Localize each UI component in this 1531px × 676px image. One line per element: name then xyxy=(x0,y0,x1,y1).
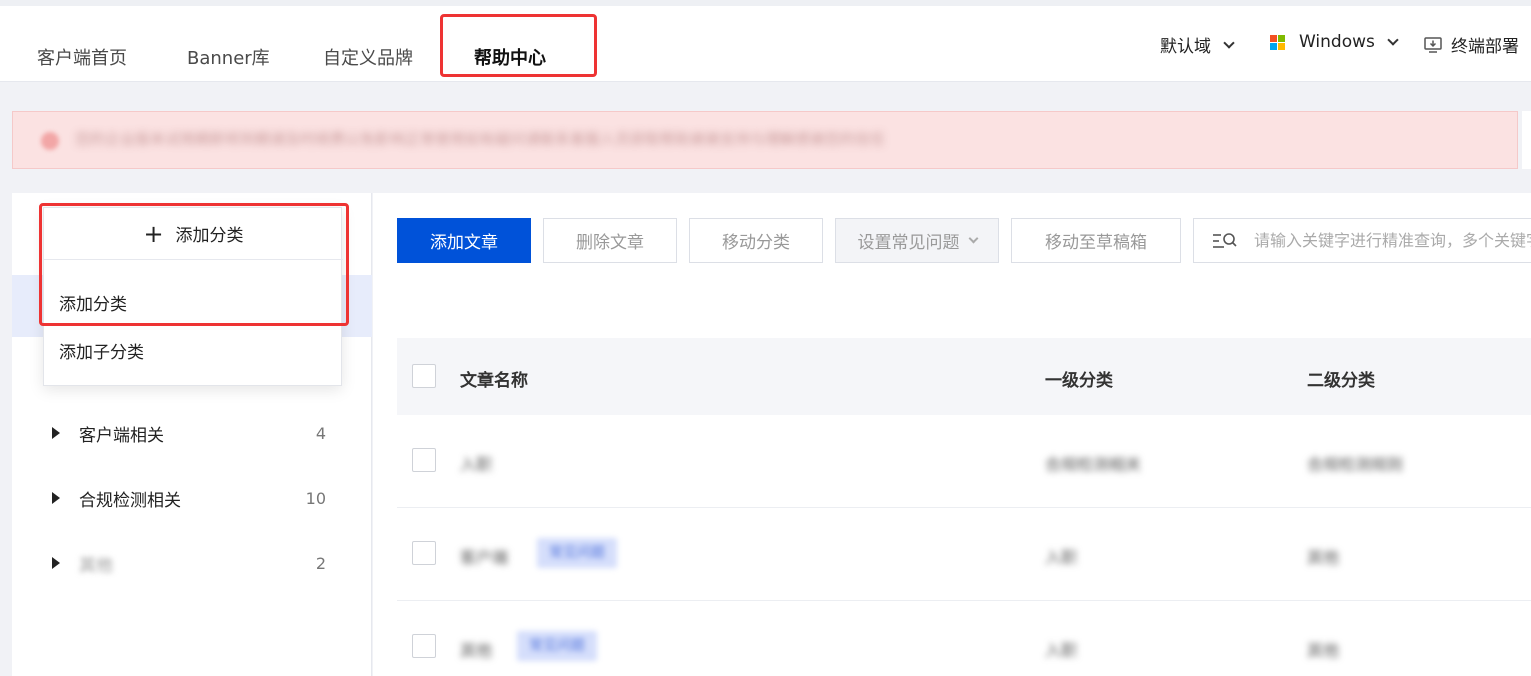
table-row[interactable]: 其他 常见问题 入职 其他 xyxy=(397,601,1531,676)
category-count: 2 xyxy=(315,553,326,573)
level1-category: 入职 xyxy=(1045,641,1078,660)
deploy-button[interactable]: 终端部署 xyxy=(1423,32,1519,57)
table-header: 文章名称 一级分类 二级分类 xyxy=(397,338,1531,415)
windows-icon xyxy=(1270,34,1285,50)
level1-category: 合规检测相关 xyxy=(1045,455,1142,474)
table-row[interactable]: 入职 合规检测相关 合规检测规则 xyxy=(397,415,1531,508)
row-checkbox[interactable] xyxy=(412,541,436,565)
column-header-title: 文章名称 xyxy=(460,371,528,391)
set-faq-label: 设置常见问题 xyxy=(857,233,960,253)
faq-tag: 常见问题 xyxy=(537,538,617,568)
top-nav-bar: 客户端首页 Banner库 自定义品牌 帮助中心 默认域 Windows 终端部… xyxy=(0,6,1531,82)
category-item[interactable]: 其他 2 xyxy=(12,543,372,583)
row-checkbox[interactable] xyxy=(412,448,436,472)
article-panel: 添加文章 删除文章 移动分类 设置常见问题 移动至草稿箱 文章名称 一级分类 二… xyxy=(373,193,1531,676)
category-label: 其他 xyxy=(79,555,113,576)
category-count: 4 xyxy=(315,423,326,443)
level2-category: 其他 xyxy=(1307,548,1340,567)
menu-item-add-subcategory[interactable]: 添加子分类 xyxy=(59,338,144,363)
category-label: 客户端相关 xyxy=(79,425,164,446)
faq-tag: 常见问题 xyxy=(517,631,597,661)
warning-icon xyxy=(41,132,59,150)
alert-edge xyxy=(1522,111,1531,169)
chevron-down-icon xyxy=(968,233,978,244)
row-checkbox[interactable] xyxy=(412,634,436,658)
tab-banner-library[interactable]: Banner库 xyxy=(187,44,270,70)
os-select-label: Windows xyxy=(1299,32,1375,52)
select-all-checkbox[interactable] xyxy=(412,364,436,388)
delete-article-button[interactable]: 删除文章 xyxy=(543,218,677,263)
move-category-button[interactable]: 移动分类 xyxy=(689,218,823,263)
menu-item-add-category[interactable]: 添加分类 xyxy=(59,290,127,315)
search-input[interactable] xyxy=(1254,219,1531,262)
monitor-download-icon xyxy=(1424,36,1442,53)
chevron-down-icon xyxy=(1387,34,1399,46)
add-article-button[interactable]: 添加文章 xyxy=(397,218,531,263)
category-label: 合规检测相关 xyxy=(79,490,181,511)
add-category-dropdown: + 添加分类 添加分类 添加子分类 xyxy=(43,207,343,386)
caret-right-icon[interactable] xyxy=(52,557,60,569)
alert-banner: 您的企业版本试用期即将到期请及时续费以免影响正常使用如有疑问请联系客服人员获取帮… xyxy=(12,111,1518,169)
table-row[interactable]: 客户端 常见问题 入职 其他 xyxy=(397,508,1531,601)
level2-category: 其他 xyxy=(1307,641,1340,660)
os-select[interactable]: Windows xyxy=(1270,32,1399,52)
tab-custom-brand[interactable]: 自定义品牌 xyxy=(323,44,413,70)
article-name[interactable]: 入职 xyxy=(460,451,492,475)
level1-category: 入职 xyxy=(1045,548,1078,567)
tab-help-center[interactable]: 帮助中心 xyxy=(474,44,546,70)
alert-text: 您的企业版本试用期即将到期请及时续费以免影响正常使用如有疑问请联系客服人员获取帮… xyxy=(75,130,886,148)
column-header-level1: 一级分类 xyxy=(1045,371,1113,391)
move-to-draft-button[interactable]: 移动至草稿箱 xyxy=(1011,218,1181,263)
article-name[interactable]: 其他 xyxy=(460,637,492,661)
caret-right-icon[interactable] xyxy=(52,427,60,439)
article-name[interactable]: 客户端 xyxy=(460,544,508,568)
filter-search-icon xyxy=(1213,233,1237,248)
chevron-down-icon xyxy=(1223,36,1235,49)
set-faq-select[interactable]: 设置常见问题 xyxy=(835,218,999,263)
plus-icon: + xyxy=(143,219,164,248)
deploy-label: 终端部署 xyxy=(1451,37,1519,57)
category-item[interactable]: 客户端相关 4 xyxy=(12,413,372,453)
category-count: 10 xyxy=(305,488,326,508)
search-box[interactable] xyxy=(1193,218,1531,263)
add-category-button-label: 添加分类 xyxy=(175,226,244,246)
caret-right-icon[interactable] xyxy=(52,492,60,504)
add-category-button[interactable]: + 添加分类 xyxy=(44,208,343,260)
domain-select-label: 默认域 xyxy=(1160,37,1211,57)
domain-select[interactable]: 默认域 xyxy=(1160,32,1235,57)
category-item[interactable]: 合规检测相关 10 xyxy=(12,478,372,518)
tab-client-home[interactable]: 客户端首页 xyxy=(37,44,127,70)
column-header-level2: 二级分类 xyxy=(1307,371,1375,391)
level2-category: 合规检测规则 xyxy=(1307,455,1404,474)
